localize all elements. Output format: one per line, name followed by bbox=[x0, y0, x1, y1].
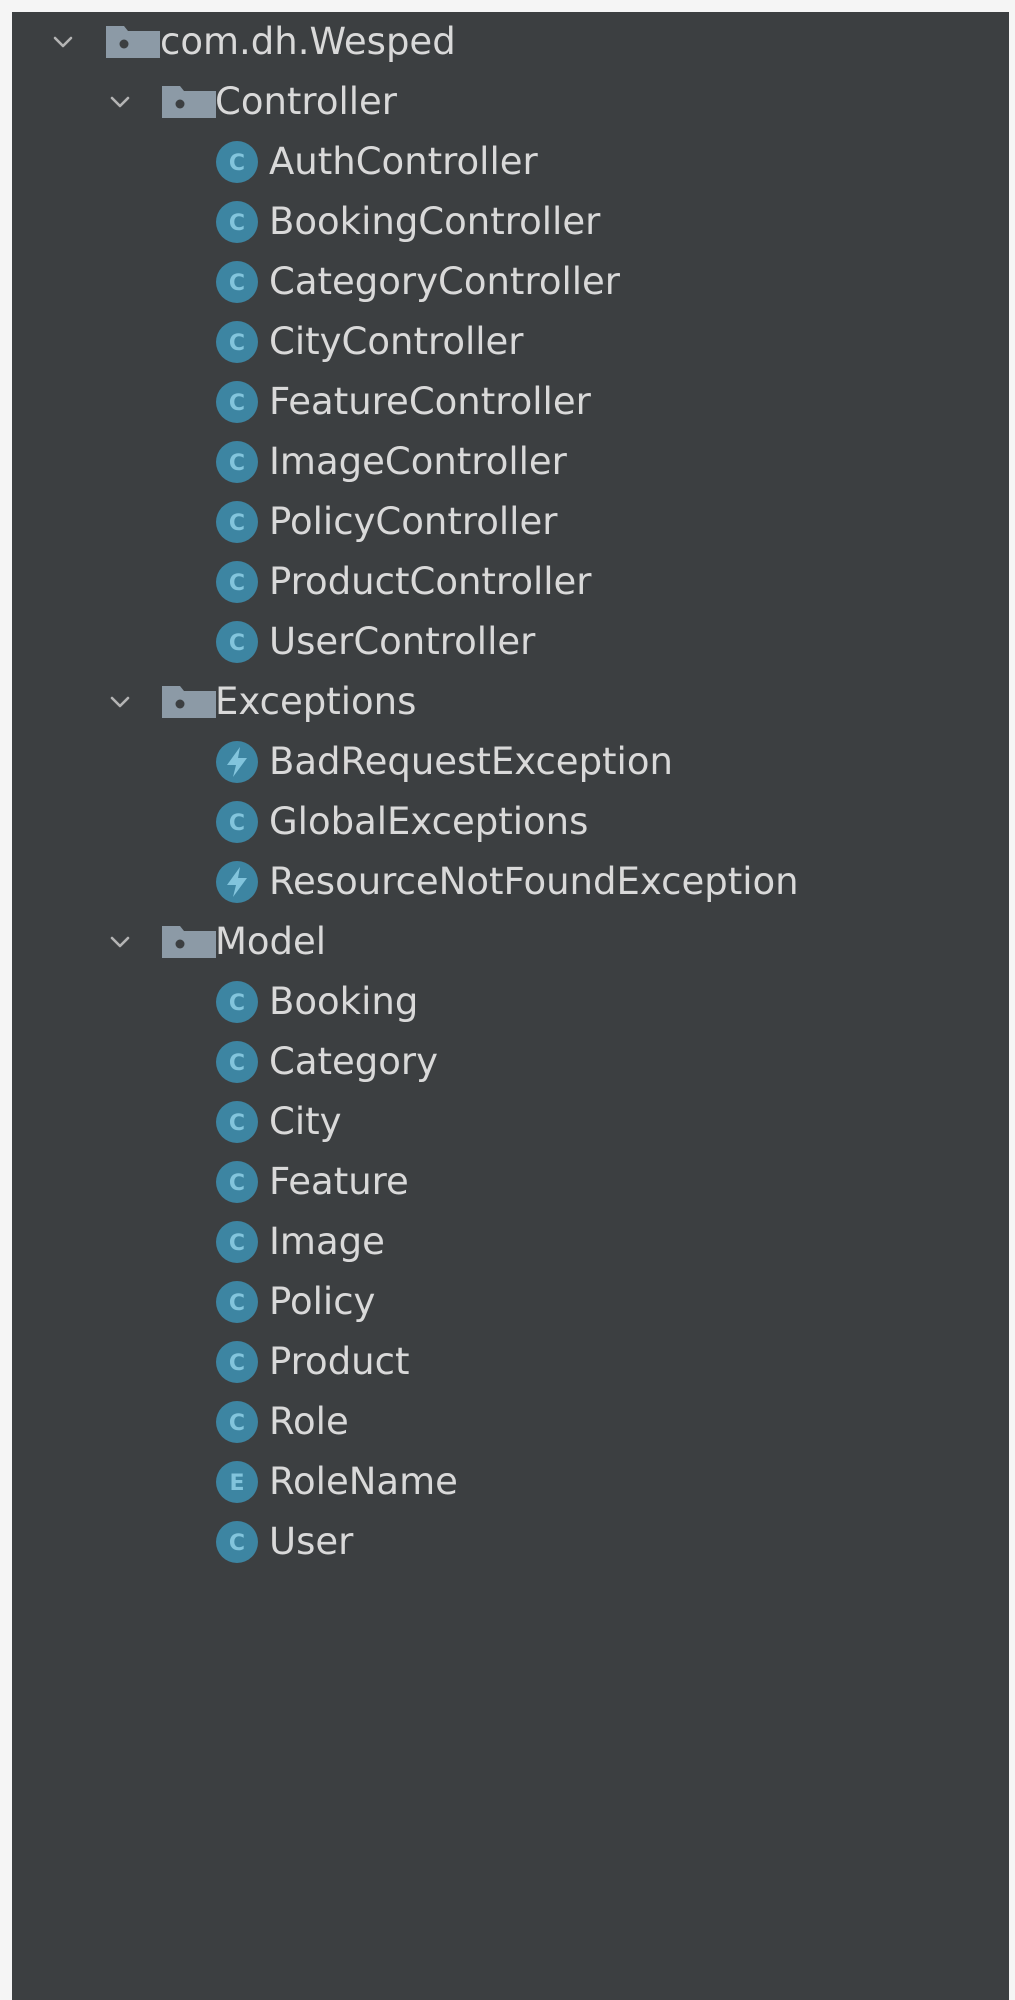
svg-text:C: C bbox=[229, 391, 245, 416]
svg-text:C: C bbox=[229, 211, 245, 236]
exception-icon bbox=[216, 861, 258, 903]
class-icon: C bbox=[216, 801, 258, 843]
class-icon: C bbox=[216, 621, 258, 663]
class-icon: C bbox=[216, 1161, 258, 1203]
class-icon: C bbox=[216, 981, 258, 1023]
svg-text:C: C bbox=[229, 991, 245, 1016]
chevron-down-icon[interactable] bbox=[109, 91, 131, 113]
svg-text:C: C bbox=[229, 571, 245, 596]
class-icon: C bbox=[216, 1341, 258, 1383]
package-folder-icon bbox=[162, 686, 216, 718]
svg-text:E: E bbox=[229, 1471, 244, 1496]
package-folder-icon bbox=[162, 926, 216, 958]
class-icon: C bbox=[216, 381, 258, 423]
class-icon: C bbox=[216, 261, 258, 303]
svg-text:C: C bbox=[229, 151, 245, 176]
class-icon: C bbox=[216, 1221, 258, 1263]
svg-text:C: C bbox=[229, 631, 245, 656]
svg-text:C: C bbox=[229, 1291, 245, 1316]
svg-text:C: C bbox=[229, 1111, 245, 1136]
class-icon: C bbox=[216, 441, 258, 483]
chevron-down-icon[interactable] bbox=[109, 931, 131, 953]
enum-icon: E bbox=[216, 1461, 258, 1503]
svg-text:C: C bbox=[229, 1531, 245, 1556]
package-folder-icon bbox=[162, 86, 216, 118]
chevron-down-icon[interactable] bbox=[52, 31, 74, 53]
svg-text:C: C bbox=[229, 451, 245, 476]
svg-text:C: C bbox=[229, 331, 245, 356]
class-icon: C bbox=[216, 1041, 258, 1083]
file-label: User bbox=[269, 1520, 354, 1563]
class-icon: C bbox=[216, 1101, 258, 1143]
class-icon: C bbox=[216, 1281, 258, 1323]
project-tree-panel: com.dh.Wesped Controller C AuthController C B… bbox=[12, 12, 1009, 2000]
class-icon: C bbox=[216, 1401, 258, 1443]
svg-text:C: C bbox=[229, 1411, 245, 1436]
svg-text:C: C bbox=[229, 811, 245, 836]
svg-text:C: C bbox=[229, 1051, 245, 1076]
chevron-down-icon[interactable] bbox=[109, 691, 131, 713]
exception-icon bbox=[216, 741, 258, 783]
svg-text:C: C bbox=[229, 1231, 245, 1256]
class-icon: C bbox=[216, 321, 258, 363]
package-folder-icon bbox=[106, 26, 160, 58]
svg-text:C: C bbox=[229, 1171, 245, 1196]
class-icon: C bbox=[216, 1521, 258, 1563]
class-icon: C bbox=[216, 561, 258, 603]
class-icon: C bbox=[216, 501, 258, 543]
tree-node-user[interactable]: C User bbox=[12, 1504, 1009, 1580]
class-icon: C bbox=[216, 141, 258, 183]
svg-text:C: C bbox=[229, 511, 245, 536]
svg-text:C: C bbox=[229, 1351, 245, 1376]
svg-text:C: C bbox=[229, 271, 245, 296]
class-icon: C bbox=[216, 201, 258, 243]
